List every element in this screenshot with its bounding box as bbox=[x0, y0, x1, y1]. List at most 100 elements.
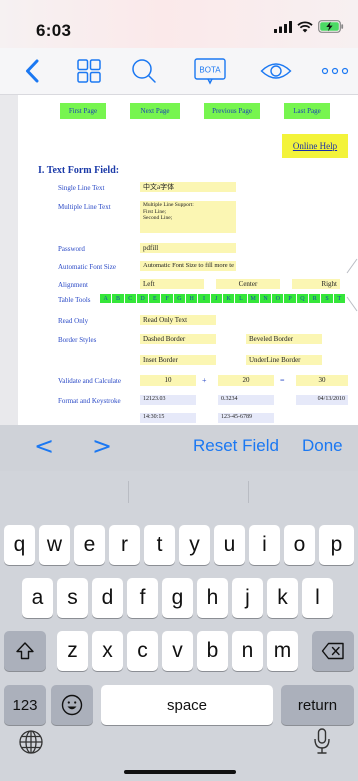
alpha-cell[interactable]: G bbox=[173, 294, 186, 303]
bota-button[interactable]: BOTA bbox=[193, 56, 227, 86]
calc-b-field[interactable]: 20 bbox=[218, 375, 274, 386]
key-f[interactable]: f bbox=[127, 578, 158, 618]
alpha-cell[interactable]: K bbox=[222, 294, 235, 303]
underline-border-field[interactable]: UnderLine Border bbox=[246, 355, 322, 365]
view-mode-button[interactable] bbox=[258, 56, 294, 86]
table-tools-label: Table Tools bbox=[58, 296, 91, 304]
alpha-cell[interactable]: J bbox=[210, 294, 222, 303]
previous-page-button[interactable]: Previous Page bbox=[204, 103, 260, 119]
date-format-field[interactable]: 04/13/2010 bbox=[296, 395, 348, 405]
calc-a-field[interactable]: 10 bbox=[140, 375, 196, 386]
battery-charging-icon bbox=[318, 20, 344, 33]
key-m[interactable]: m bbox=[267, 631, 298, 671]
key-q[interactable]: q bbox=[4, 525, 35, 565]
document-viewport[interactable]: First Page Next Page Previous Page Last … bbox=[0, 95, 358, 425]
alpha-cell[interactable]: N bbox=[259, 294, 272, 303]
align-left-field[interactable]: Left bbox=[140, 279, 204, 289]
align-right-field[interactable]: Right bbox=[292, 279, 340, 289]
reset-field-button[interactable]: Reset Field bbox=[193, 436, 279, 456]
done-button[interactable]: Done bbox=[302, 436, 343, 456]
last-page-button[interactable]: Last Page bbox=[284, 103, 330, 119]
key-p[interactable]: p bbox=[319, 525, 354, 565]
alpha-cell[interactable]: E bbox=[149, 294, 161, 303]
key-h[interactable]: h bbox=[197, 578, 228, 618]
key-r[interactable]: r bbox=[109, 525, 140, 565]
key-i[interactable]: i bbox=[249, 525, 280, 565]
online-help-link[interactable]: Online Help bbox=[282, 134, 348, 158]
back-button[interactable] bbox=[16, 56, 48, 86]
alpha-cell[interactable]: O bbox=[272, 294, 284, 303]
alpha-cell[interactable]: P bbox=[284, 294, 296, 303]
numbers-key[interactable]: 123 bbox=[4, 685, 46, 725]
search-icon bbox=[132, 59, 156, 83]
key-x[interactable]: x bbox=[92, 631, 123, 671]
dictation-button[interactable] bbox=[312, 727, 340, 757]
alpha-cell[interactable]: F bbox=[161, 294, 173, 303]
calc-equals: = bbox=[280, 376, 285, 385]
first-page-button[interactable]: First Page bbox=[60, 103, 106, 119]
ssn-format-field[interactable]: 123-45-6789 bbox=[218, 413, 274, 423]
emoji-key[interactable] bbox=[51, 685, 93, 725]
key-y[interactable]: y bbox=[179, 525, 210, 565]
suggestion-divider bbox=[128, 481, 129, 503]
auto-font-field[interactable]: Automatic Font Size to fill more te bbox=[140, 261, 236, 271]
key-v[interactable]: v bbox=[162, 631, 193, 671]
key-s[interactable]: s bbox=[57, 578, 88, 618]
key-z[interactable]: z bbox=[57, 631, 88, 671]
home-indicator[interactable] bbox=[124, 770, 236, 774]
alpha-cell[interactable]: L bbox=[235, 294, 247, 303]
alpha-cell[interactable]: C bbox=[124, 294, 136, 303]
next-page-button[interactable]: Next Page bbox=[130, 103, 180, 119]
previous-field-button[interactable]: < bbox=[34, 432, 54, 460]
thumbnails-button[interactable] bbox=[73, 56, 105, 86]
percent-format-field[interactable]: 0.3234 bbox=[218, 395, 274, 405]
inset-border-field[interactable]: Inset Border bbox=[140, 355, 216, 365]
key-g[interactable]: g bbox=[162, 578, 193, 618]
shift-key[interactable] bbox=[4, 631, 46, 671]
key-c[interactable]: c bbox=[127, 631, 158, 671]
globe-button[interactable] bbox=[18, 729, 46, 757]
multiple-line-field[interactable]: Multiple Line Support: First Line; Secon… bbox=[140, 201, 236, 233]
format-label: Format and Keystroke bbox=[58, 397, 121, 405]
alpha-cell[interactable]: R bbox=[309, 294, 321, 303]
key-j[interactable]: j bbox=[232, 578, 263, 618]
delete-key[interactable] bbox=[312, 631, 354, 671]
key-a[interactable]: a bbox=[22, 578, 53, 618]
more-button[interactable] bbox=[320, 56, 350, 86]
page-scroll-handle[interactable] bbox=[344, 255, 358, 315]
alpha-cell[interactable]: D bbox=[136, 294, 149, 303]
alpha-cell[interactable]: S bbox=[321, 294, 333, 303]
return-key[interactable]: return bbox=[281, 685, 354, 725]
alignment-label: Alignment bbox=[58, 281, 88, 289]
globe-icon bbox=[19, 730, 43, 754]
key-e[interactable]: e bbox=[74, 525, 105, 565]
dashed-border-field[interactable]: Dashed Border bbox=[140, 334, 216, 344]
alpha-cell[interactable]: I bbox=[198, 294, 210, 303]
number-format-field[interactable]: 12123.03 bbox=[140, 395, 196, 405]
status-bar: 6:03 bbox=[0, 0, 358, 48]
calc-plus: + bbox=[202, 376, 207, 385]
time-format-field[interactable]: 14:30:15 bbox=[140, 413, 196, 423]
password-field[interactable]: pdfill bbox=[140, 243, 236, 253]
alpha-cell[interactable]: Q bbox=[296, 294, 309, 303]
single-line-field[interactable]: 中文a字体 bbox=[140, 182, 236, 192]
key-o[interactable]: o bbox=[284, 525, 315, 565]
beveled-border-field[interactable]: Beveled Border bbox=[246, 334, 322, 344]
key-k[interactable]: k bbox=[267, 578, 298, 618]
alpha-cell[interactable]: H bbox=[186, 294, 198, 303]
key-t[interactable]: t bbox=[144, 525, 175, 565]
next-field-button[interactable]: > bbox=[92, 432, 112, 460]
alpha-cell[interactable]: B bbox=[112, 294, 124, 303]
key-u[interactable]: u bbox=[214, 525, 245, 565]
space-key[interactable]: space bbox=[101, 685, 273, 725]
alpha-cell[interactable]: M bbox=[247, 294, 259, 303]
key-w[interactable]: w bbox=[39, 525, 70, 565]
multiple-line-label: Multiple Line Text bbox=[58, 203, 111, 211]
alpha-cell[interactable]: A bbox=[100, 294, 112, 303]
key-d[interactable]: d bbox=[92, 578, 123, 618]
align-center-field[interactable]: Center bbox=[216, 279, 280, 289]
key-b[interactable]: b bbox=[197, 631, 228, 671]
key-l[interactable]: l bbox=[302, 578, 333, 618]
key-n[interactable]: n bbox=[232, 631, 263, 671]
search-button[interactable] bbox=[128, 56, 160, 86]
